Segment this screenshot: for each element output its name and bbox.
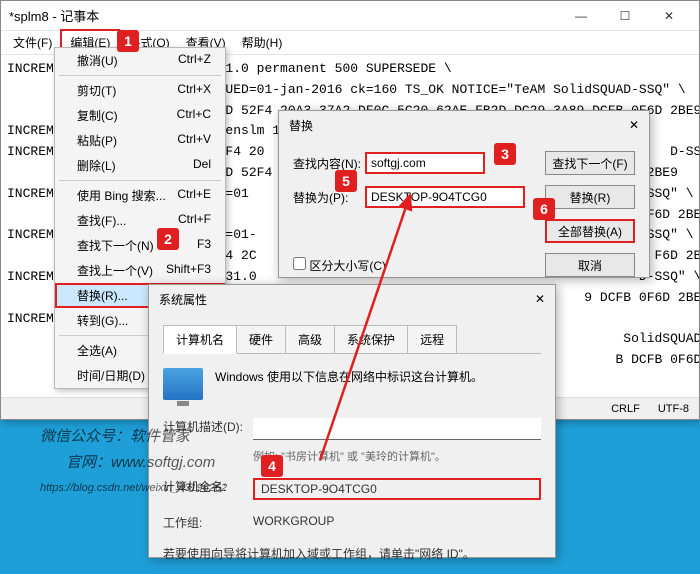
close-button[interactable]: ✕: [647, 1, 691, 31]
tab-advanced[interactable]: 高级: [285, 325, 335, 353]
tab-computername[interactable]: 计算机名: [163, 325, 237, 354]
cancel-button[interactable]: 取消: [545, 253, 635, 277]
replace-button[interactable]: 替换(R): [545, 185, 635, 209]
workgroup-value: WORKGROUP: [253, 514, 541, 531]
findnext-button[interactable]: 查找下一个(F): [545, 151, 635, 175]
status-encoding: UTF-8: [658, 403, 689, 415]
dd-undo[interactable]: 撤消(U)Ctrl+Z: [55, 48, 225, 73]
replace-title: 替换: [289, 117, 313, 134]
workgroup-label: 工作组:: [163, 514, 253, 531]
dd-findprev[interactable]: 查找上一个(V)Shift+F3: [55, 258, 225, 283]
sysprop-tabs: 计算机名 硬件 高级 系统保护 远程: [163, 325, 541, 354]
watermark: 微信公众号：软件管家 官网：www.softgj.com https://blo…: [40, 424, 227, 498]
badge-1: 1: [117, 30, 139, 52]
dd-delete[interactable]: 删除(L)Del: [55, 153, 225, 178]
sysprop-close-icon[interactable]: ✕: [535, 292, 545, 306]
dd-bing[interactable]: 使用 Bing 搜索...Ctrl+E: [55, 183, 225, 208]
badge-5: 5: [335, 170, 357, 192]
notepad-titlebar: *splm8 - 记事本 — ☐ ✕: [1, 1, 699, 31]
dd-copy[interactable]: 复制(C)Ctrl+C: [55, 103, 225, 128]
replace-input[interactable]: [365, 186, 525, 208]
notepad-title: *splm8 - 记事本: [9, 6, 559, 25]
sysprop-dialog: 系统属性 ✕ 计算机名 硬件 高级 系统保护 远程 Windows 使用以下信息…: [148, 284, 556, 558]
dd-find[interactable]: 查找(F)...Ctrl+F: [55, 208, 225, 233]
matchcase-checkbox[interactable]: 区分大小写(C): [293, 257, 386, 274]
badge-6: 6: [533, 198, 555, 220]
computer-icon: [163, 368, 203, 400]
desc-input[interactable]: [253, 418, 541, 440]
sysprop-title: 系统属性: [159, 291, 207, 308]
tab-hardware[interactable]: 硬件: [236, 325, 286, 353]
badge-3: 3: [494, 143, 516, 165]
dd-cut[interactable]: 剪切(T)Ctrl+X: [55, 78, 225, 103]
find-input[interactable]: [365, 152, 485, 174]
sysprop-titlebar: 系统属性 ✕: [149, 285, 555, 313]
find-label: 查找内容(N):: [293, 155, 365, 172]
menu-file[interactable]: 文件(F): [5, 31, 60, 54]
fullname-value: DESKTOP-9O4TCG0: [253, 478, 541, 500]
replace-close-icon[interactable]: ✕: [629, 118, 639, 132]
badge-2: 2: [157, 228, 179, 250]
sysprop-intro: Windows 使用以下信息在网络中标识这台计算机。: [215, 368, 483, 385]
tab-remote[interactable]: 远程: [407, 325, 457, 353]
replaceall-button[interactable]: 全部替换(A): [545, 219, 635, 243]
dd-paste[interactable]: 粘贴(P)Ctrl+V: [55, 128, 225, 153]
replace-titlebar: 替换 ✕: [279, 111, 649, 139]
dd-findnext[interactable]: 查找下一个(N)F3: [55, 233, 225, 258]
maximize-button[interactable]: ☐: [603, 1, 647, 31]
wizard-text: 若要使用向导将计算机加入域或工作组，请单击"网络 ID"。: [163, 545, 541, 562]
badge-4: 4: [261, 455, 283, 477]
tab-protection[interactable]: 系统保护: [334, 325, 408, 353]
replace-dialog: 替换 ✕ 查找内容(N): 查找下一个(F) 替换为(P): 替换(R) 全部替…: [278, 110, 650, 278]
status-crlf: CRLF: [611, 403, 640, 415]
menu-help[interactable]: 帮助(H): [234, 31, 291, 54]
minimize-button[interactable]: —: [559, 1, 603, 31]
